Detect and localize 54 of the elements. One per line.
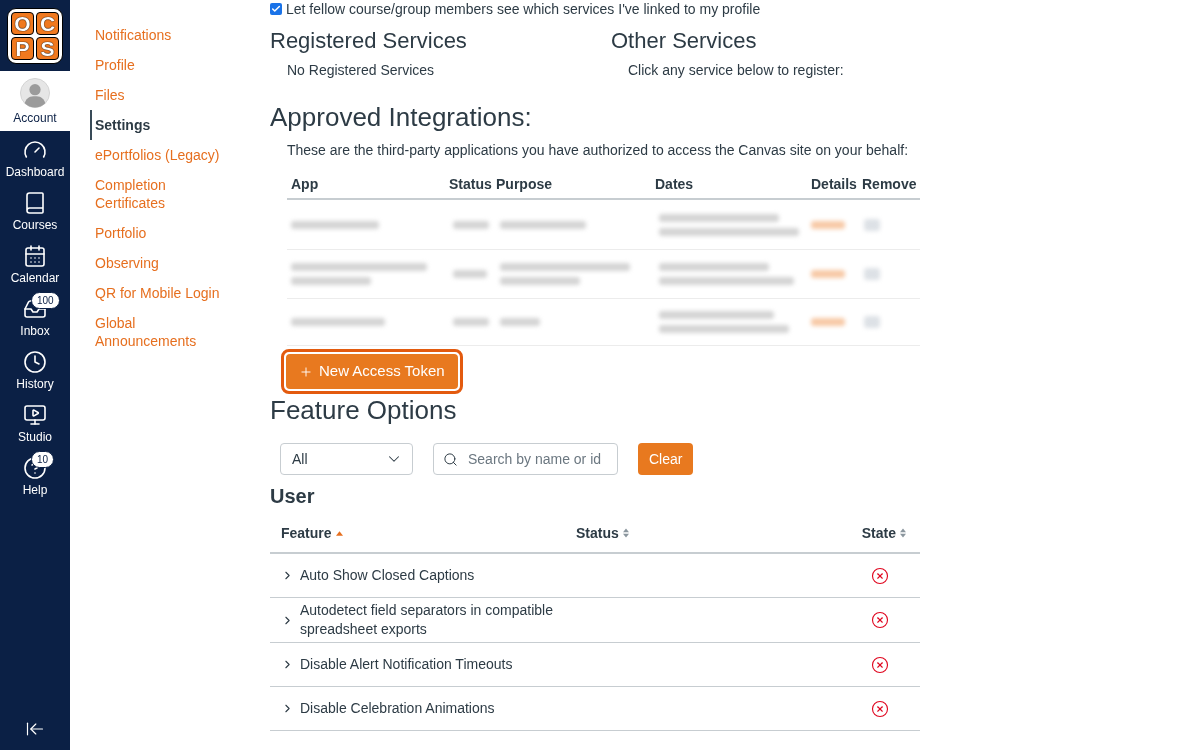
- plus-icon: [299, 364, 313, 379]
- blurred-icon: [864, 316, 880, 328]
- count-badge: 100: [31, 292, 60, 309]
- blurred-text: [811, 318, 845, 326]
- screen-play-icon: [23, 403, 47, 427]
- filter-dropdown[interactable]: All: [280, 443, 413, 475]
- logo-tile: S: [36, 36, 59, 60]
- column-header: Dates: [655, 174, 694, 194]
- book-icon: [23, 191, 47, 215]
- blurred-text: [453, 318, 489, 326]
- section-heading: Feature Options: [270, 395, 457, 425]
- nav-link[interactable]: History: [0, 349, 70, 402]
- logo-tile: O: [11, 11, 34, 35]
- feature-toggle[interactable]: Auto Show Closed Captions: [270, 566, 475, 585]
- avatar-icon: [20, 78, 50, 108]
- blurred-text: [500, 318, 540, 326]
- feature-toggle[interactable]: Disable Celebration Animations: [270, 699, 495, 718]
- column-sort-button[interactable]: Feature: [281, 522, 343, 544]
- count-badge: 10: [31, 451, 55, 468]
- column-header: App: [290, 174, 319, 194]
- section-description: These are the third-party applications you have authorized to access the Canvas site on your behalf:: [287, 141, 909, 160]
- checkbox[interactable]: [270, 3, 282, 15]
- nav-link[interactable]: Account: [0, 71, 70, 131]
- feature-toggle[interactable]: Autodetect field separators in compatible spreadsheet exports: [270, 601, 600, 639]
- feature-toggle[interactable]: Disable Alert Notification Timeouts: [270, 655, 513, 674]
- section-heading: Registered Services: [270, 27, 467, 55]
- calendar-icon: [23, 244, 47, 268]
- blurred-text: [811, 270, 845, 278]
- blurred-text: [453, 220, 489, 229]
- clock-icon: [23, 350, 47, 374]
- column-header: Remove: [862, 174, 917, 194]
- nav-link[interactable]: Courses: [0, 190, 70, 243]
- check-icon: [271, 4, 281, 14]
- section-heading: Other Services: [611, 27, 757, 55]
- logo-tile: P: [11, 36, 34, 60]
- section-message: No Registered Services: [286, 61, 435, 80]
- search-icon: [443, 451, 458, 467]
- logo-tile: C: [36, 11, 59, 35]
- blurred-icon: [864, 218, 880, 231]
- blurred-text: [453, 270, 487, 278]
- settings-nav-link[interactable]: Settings: [90, 110, 240, 140]
- column-sort-button[interactable]: State: [861, 522, 906, 544]
- column-header: Details: [811, 174, 857, 194]
- blurred-icon: [864, 268, 880, 280]
- nav-link[interactable]: Dashboard: [0, 137, 70, 190]
- section-message: Click any service below to register:: [627, 61, 844, 80]
- blurred-text: [811, 220, 845, 229]
- checkbox-label: Let fellow course/group members see which services I've linked to my profile: [286, 1, 761, 17]
- search-field[interactable]: Search by name or id: [433, 443, 618, 475]
- section-heading: Approved Integrations:: [270, 102, 532, 132]
- column-header: Purpose: [496, 174, 552, 194]
- group-heading: User: [270, 484, 315, 508]
- column-sort-button[interactable]: Status: [576, 522, 629, 544]
- column-header: Status: [449, 174, 492, 194]
